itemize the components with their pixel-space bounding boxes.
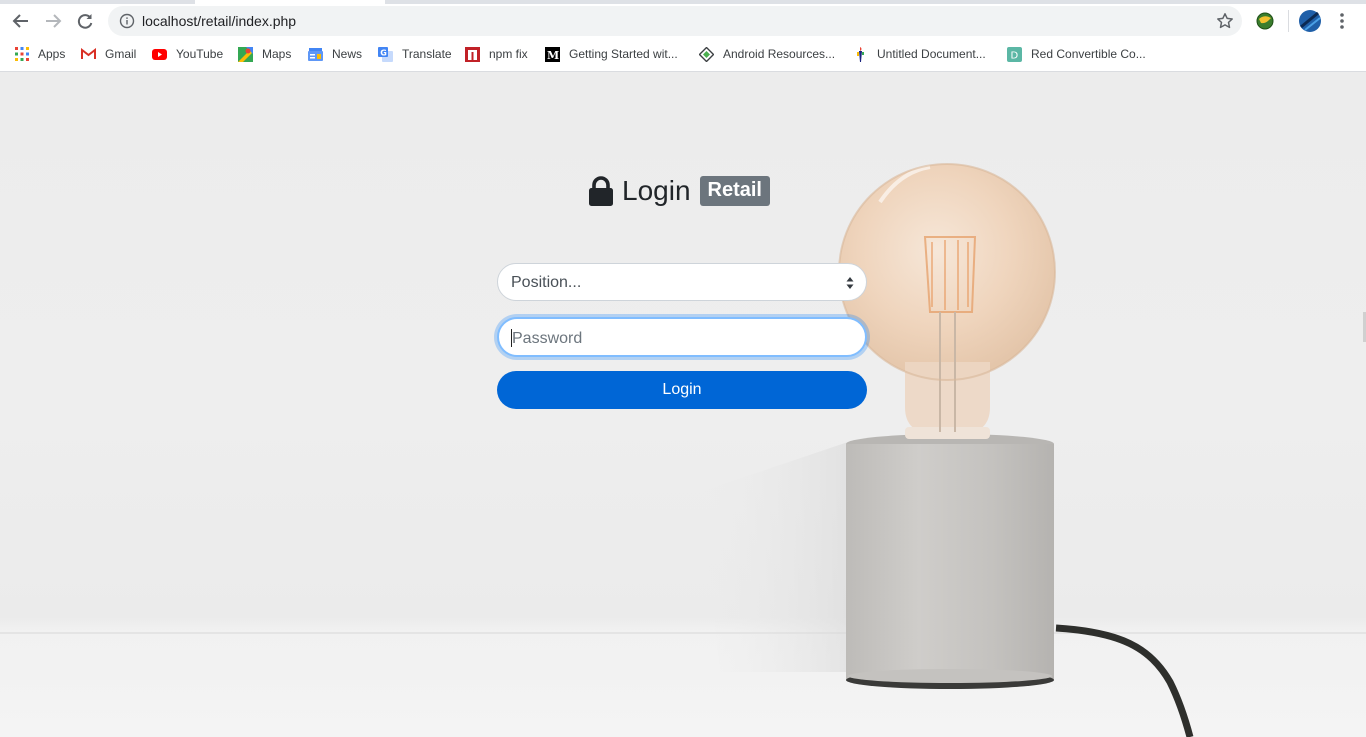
bookmark-untitled-document[interactable]: Untitled Document...	[853, 45, 986, 63]
toolbar-divider	[1288, 10, 1289, 32]
svg-text:D: D	[1011, 50, 1019, 61]
back-button[interactable]	[8, 8, 34, 34]
bookmark-label: npm fix	[489, 47, 528, 61]
position-select-value: Position...	[511, 274, 582, 291]
login-title: Login	[622, 175, 691, 206]
login-button[interactable]: Login	[497, 371, 867, 409]
gmail-icon	[81, 47, 96, 62]
bookmark-label: News	[332, 47, 363, 61]
retail-badge: Retail	[699, 176, 770, 206]
bookmark-android-resources[interactable]: Android Resources...	[699, 45, 835, 63]
bookmark-label: Translate	[402, 47, 452, 61]
select-arrows-icon	[846, 277, 854, 289]
profile-avatar[interactable]	[1299, 10, 1321, 32]
bookmark-label: Gmail	[105, 47, 137, 61]
bookmark-star-icon[interactable]	[1216, 12, 1234, 30]
translate-icon: G	[378, 46, 393, 62]
bookmark-label: Maps	[262, 47, 292, 61]
url-text[interactable]: localhost/retail/index.php	[142, 13, 296, 29]
extension-globe-icon[interactable]	[1255, 11, 1275, 31]
back-arrow-icon	[12, 14, 28, 28]
info-icon[interactable]	[119, 13, 135, 29]
youtube-icon	[152, 47, 167, 62]
bookmark-getting-started[interactable]: M Getting Started wit...	[545, 45, 678, 63]
bookmark-translate[interactable]: G Translate	[378, 45, 452, 63]
bookmark-d-icon: D	[1007, 46, 1022, 62]
bookmark-label: Untitled Document...	[877, 47, 986, 61]
bookmark-maps[interactable]: Maps	[238, 45, 291, 63]
news-icon	[308, 47, 323, 62]
bookmark-label: Red Convertible Co...	[1031, 47, 1146, 61]
login-page: Login Retail Position... Password Login	[0, 72, 1366, 737]
android-resources-icon	[699, 46, 714, 62]
bookmarks-bar: Apps Gmail YouTube Maps News G Translate…	[0, 38, 1366, 72]
bookmark-youtube[interactable]: YouTube	[152, 45, 223, 63]
bookmark-label: YouTube	[176, 47, 224, 61]
bookmark-gmail[interactable]: Gmail	[81, 45, 136, 63]
forward-button[interactable]	[40, 8, 66, 34]
bookmark-news[interactable]: News	[308, 45, 362, 63]
password-placeholder: Password	[512, 330, 583, 347]
browser-toolbar: localhost/retail/index.php	[0, 4, 1366, 38]
forward-arrow-icon	[46, 14, 62, 28]
lock-icon	[589, 176, 613, 206]
reload-icon	[77, 14, 93, 29]
login-button-label: Login	[662, 381, 702, 398]
password-input[interactable]: Password	[497, 317, 867, 357]
address-bar[interactable]: localhost/retail/index.php	[108, 6, 1242, 36]
browser-menu-icon[interactable]	[1332, 11, 1352, 31]
bookmark-apps[interactable]: Apps	[14, 45, 65, 63]
position-select[interactable]: Position...	[497, 263, 867, 301]
svg-text:M: M	[547, 49, 559, 62]
bookmark-red-convertible[interactable]: D Red Convertible Co...	[1007, 45, 1146, 63]
apps-grid-icon	[14, 47, 29, 62]
maps-icon	[238, 46, 253, 62]
bookmark-label: Android Resources...	[723, 47, 836, 61]
medium-icon: M	[545, 46, 560, 62]
bookmark-label: Getting Started wit...	[569, 47, 678, 61]
bookmark-npm-fix[interactable]: npm fix	[465, 45, 528, 63]
npm-icon	[465, 46, 480, 62]
bookmark-label: Apps	[38, 47, 66, 61]
reload-button[interactable]	[72, 8, 98, 34]
document-icon	[853, 46, 868, 62]
svg-text:G: G	[380, 48, 387, 57]
login-heading: Login Retail	[588, 173, 770, 209]
